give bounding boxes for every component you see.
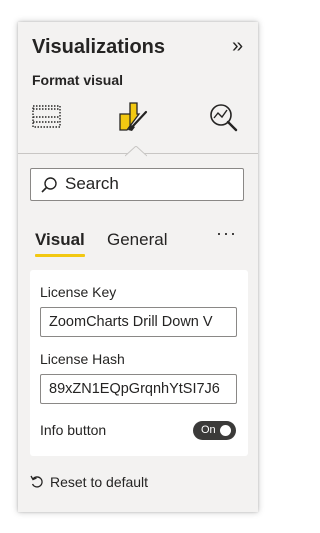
info-button-toggle[interactable]: On bbox=[193, 421, 236, 440]
license-hash-field[interactable] bbox=[40, 374, 237, 404]
search-input[interactable] bbox=[65, 172, 235, 196]
format-visual-heading: Format visual bbox=[32, 72, 124, 88]
paintbrush-format-icon bbox=[119, 102, 148, 131]
license-key-input[interactable] bbox=[41, 308, 236, 336]
table-grid-icon bbox=[32, 105, 61, 128]
info-button-label: Info button bbox=[40, 422, 107, 438]
active-pane-indicator bbox=[124, 144, 148, 162]
double-chevron-right-icon: » bbox=[232, 35, 244, 57]
zoomcharts-settings-card: License Key License Hash Info button On bbox=[30, 270, 248, 456]
build-visual-button[interactable] bbox=[30, 98, 62, 132]
license-key-field[interactable] bbox=[40, 307, 237, 337]
magnifier-analytics-icon bbox=[210, 104, 238, 132]
license-key-label: License Key bbox=[40, 284, 117, 300]
license-hash-input[interactable] bbox=[41, 375, 236, 403]
tab-visual[interactable]: Visual bbox=[35, 230, 85, 250]
collapse-pane-button[interactable]: » bbox=[232, 35, 243, 58]
analytics-button[interactable] bbox=[208, 98, 240, 132]
visualizations-pane: Visualizations » Format visual Search Vi… bbox=[18, 22, 258, 512]
license-hash-label: License Hash bbox=[40, 351, 125, 367]
format-visual-button[interactable] bbox=[117, 98, 149, 132]
search-icon bbox=[41, 177, 57, 193]
active-tab-underline bbox=[35, 254, 85, 257]
tab-general[interactable]: General bbox=[107, 230, 167, 250]
toggle-knob bbox=[220, 425, 231, 436]
search-box[interactable] bbox=[30, 168, 244, 201]
pane-title: Visualizations bbox=[32, 36, 166, 58]
reset-label: Reset to default bbox=[50, 474, 149, 490]
toggle-state-label: On bbox=[201, 424, 216, 436]
more-options-button[interactable]: ··· bbox=[216, 223, 237, 244]
undo-arrow-icon bbox=[30, 475, 43, 488]
